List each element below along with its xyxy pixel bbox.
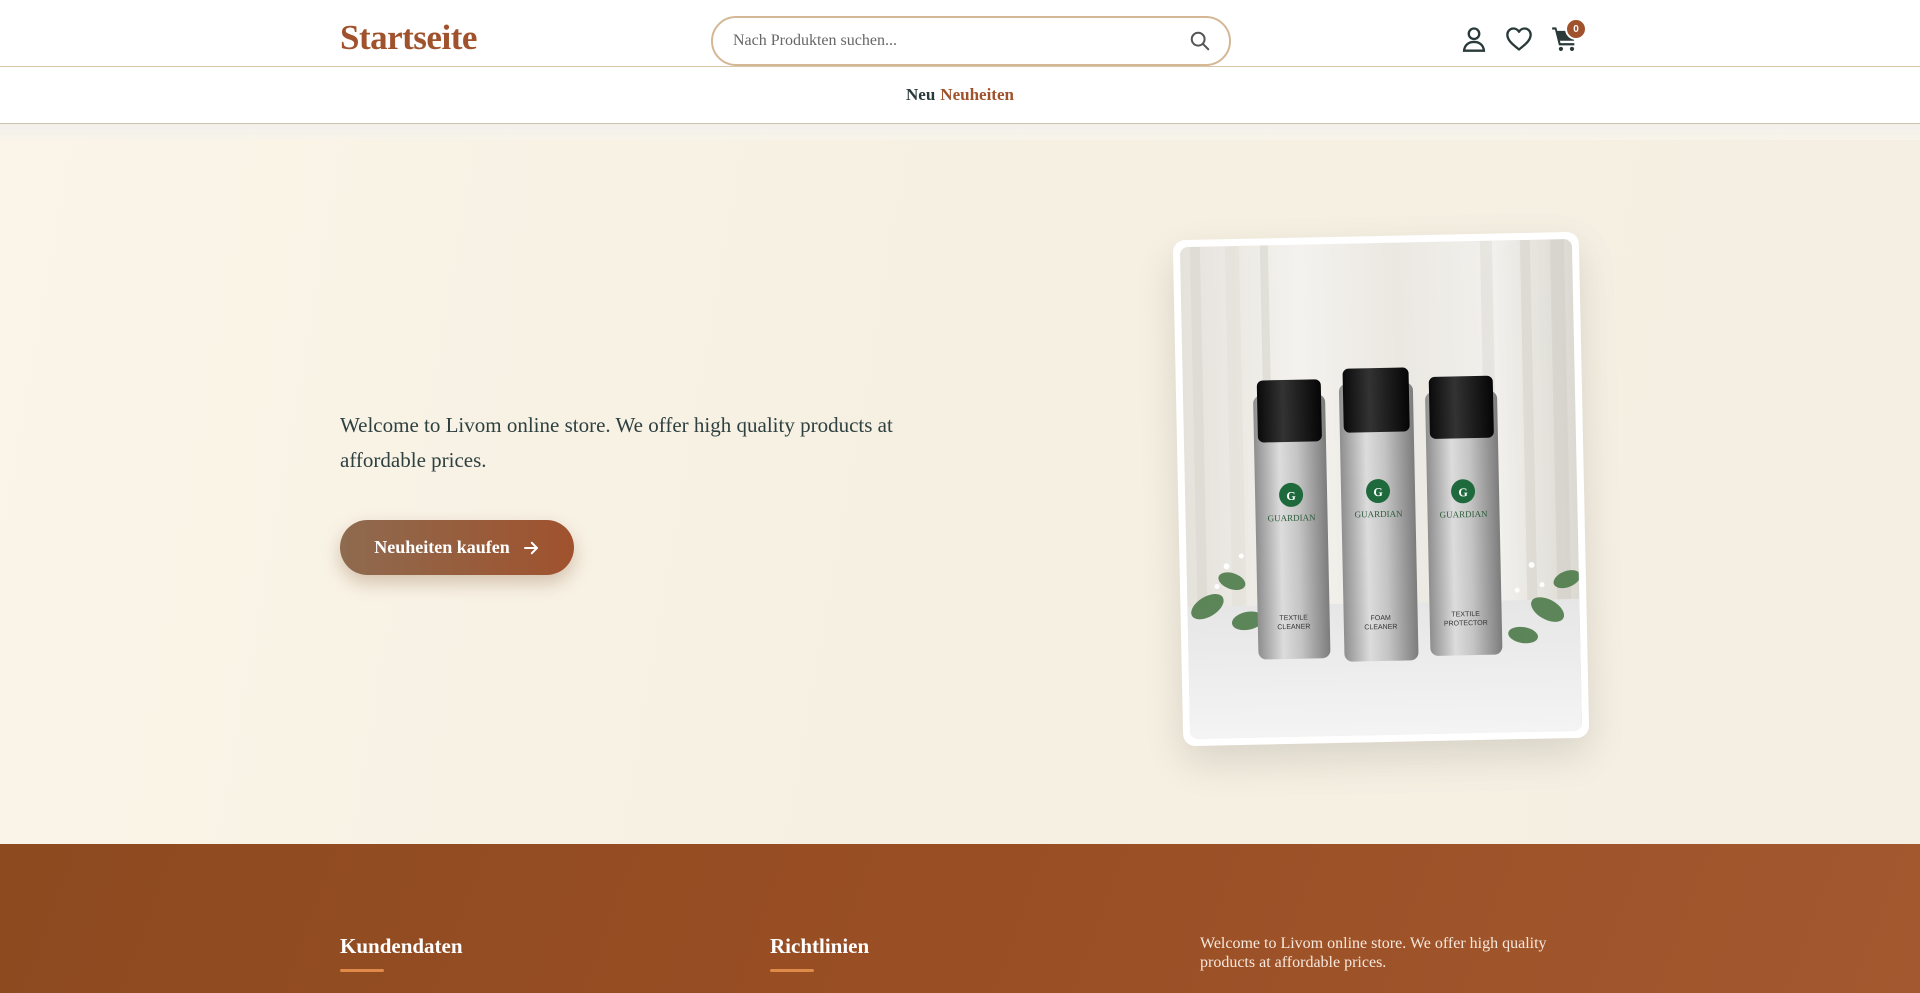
svg-text:TEXTILE: TEXTILE (1451, 611, 1480, 619)
svg-text:FOAM: FOAM (1371, 615, 1392, 622)
cart-count-badge: 0 (1565, 18, 1587, 40)
can-3-brand: GUARDIAN (1439, 509, 1488, 520)
svg-text:CLEANER: CLEANER (1364, 624, 1397, 632)
search-icon[interactable] (1189, 30, 1211, 52)
svg-text:G: G (1458, 485, 1468, 499)
arrow-right-icon (523, 541, 538, 554)
heart-icon[interactable] (1505, 25, 1533, 53)
svg-text:CLEANER: CLEANER (1277, 624, 1310, 632)
can-3: G GUARDIAN TEXTILE PROTECTOR (1425, 375, 1503, 656)
product-photo: G GUARDIAN TEXTILE CLEANER G GUARDIAN FO… (1187, 239, 1583, 740)
site-footer: Kundendaten Richtlinien Welcome to Livom… (0, 844, 1920, 993)
footer-heading-richtlinien: Richtlinien (770, 934, 870, 958)
footer-underline (770, 969, 814, 972)
nav-link-neuheiten[interactable]: Neuheiten (940, 85, 1014, 105)
nav-prefix: Neu (906, 85, 936, 104)
svg-text:G: G (1373, 485, 1383, 499)
hero-product-image: G GUARDIAN TEXTILE CLEANER G GUARDIAN FO… (1179, 238, 1583, 740)
site-header: Startseite 0 (0, 0, 1920, 67)
can-2: G GUARDIAN FOAM CLEANER (1338, 367, 1419, 662)
svg-text:PROTECTOR: PROTECTOR (1444, 620, 1488, 628)
footer-underline (340, 969, 384, 972)
can-1: G GUARDIAN TEXTILE CLEANER (1253, 379, 1331, 660)
search-input[interactable] (733, 18, 1173, 64)
footer-heading-kundendaten: Kundendaten (340, 934, 463, 958)
site-logo[interactable]: Startseite (340, 18, 477, 58)
hero-image-card: G GUARDIAN TEXTILE CLEANER G GUARDIAN FO… (1172, 231, 1590, 747)
hero-section: Welcome to Livom online store. We offer … (0, 140, 1920, 844)
hero-text: Welcome to Livom online store. We offer … (340, 413, 893, 472)
can-1-brand: GUARDIAN (1267, 512, 1316, 523)
shop-new-button[interactable]: Neuheiten kaufen (340, 520, 574, 575)
main-nav: Neu Neuheiten (0, 67, 1920, 124)
nav-shadow (0, 124, 1920, 140)
shop-new-button-label: Neuheiten kaufen (374, 537, 510, 557)
can-2-brand: GUARDIAN (1354, 509, 1403, 520)
user-icon[interactable] (1460, 25, 1488, 53)
search-bar[interactable] (711, 16, 1231, 66)
svg-text:TEXTILE: TEXTILE (1279, 615, 1308, 623)
footer-about-text: Welcome to Livom online store. We offer … (1200, 935, 1547, 971)
svg-text:G: G (1286, 489, 1296, 503)
